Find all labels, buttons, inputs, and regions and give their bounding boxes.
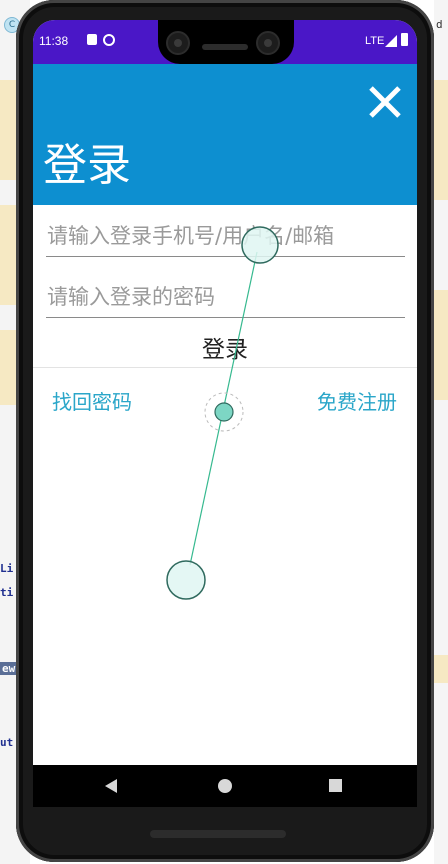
background-code-line: d [436,18,443,31]
front-camera-icon [256,31,280,55]
background-code-line: ti [0,586,14,599]
sync-icon [103,34,115,46]
status-icons [87,34,115,46]
username-input[interactable] [46,216,405,257]
earpiece-speaker [202,44,248,50]
page-title: 登录 [43,140,131,191]
navigation-bar [33,765,417,807]
close-icon [369,86,401,118]
front-camera-icon [166,31,190,55]
home-circle-icon[interactable] [218,779,232,793]
register-link[interactable]: 免费注册 [317,386,397,415]
background-highlight [434,290,448,400]
login-header: 登录 [33,64,417,205]
close-button[interactable] [357,74,413,130]
back-triangle-icon[interactable] [105,779,117,793]
background-code-line: Li [0,562,14,575]
background-highlight [434,80,448,200]
password-input[interactable] [46,277,405,318]
divider [33,367,417,368]
background-highlight [434,655,448,683]
recent-square-icon[interactable] [329,779,342,792]
camera-notch [158,20,294,64]
network-type: LTE [365,35,385,47]
battery-icon [401,33,408,46]
background-code-line: ut [0,736,14,749]
app-screen: 11:38 LTE 登录 登录 找回密码 免费注册 [33,20,417,765]
phone-bottom-speaker [150,830,286,838]
status-time: 11:38 [39,34,69,48]
forgot-password-link[interactable]: 找回密码 [52,386,132,415]
sd-card-icon [87,34,97,45]
signal-icon [385,35,397,47]
login-button[interactable]: 登录 [33,326,417,368]
status-bar: 11:38 LTE [33,20,417,64]
background-code-line: ew [0,662,18,675]
